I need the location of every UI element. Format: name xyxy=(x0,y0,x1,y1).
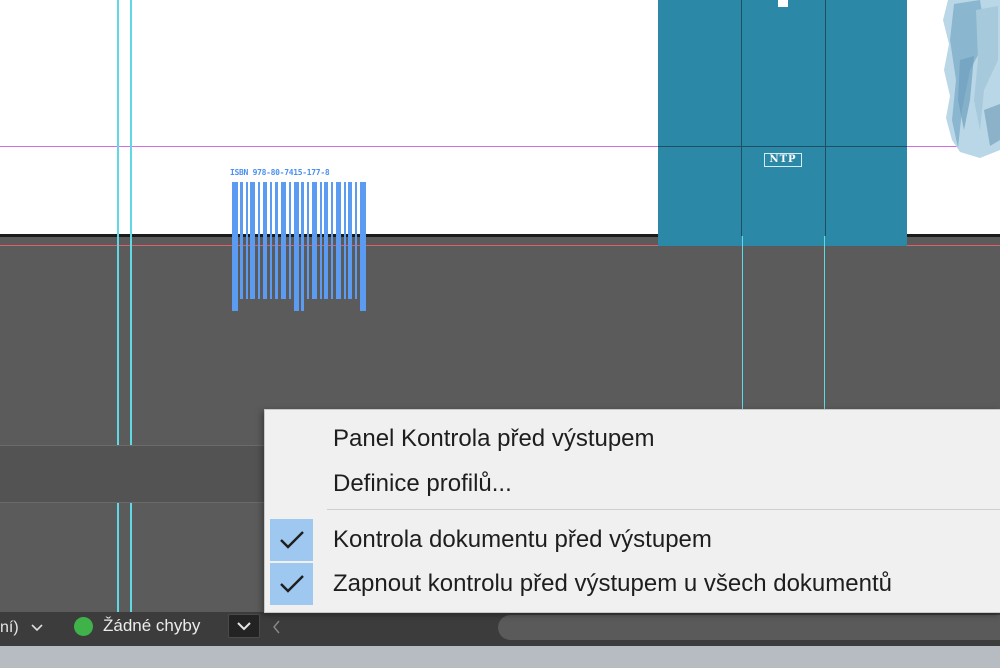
zoom-label[interactable]: ní) xyxy=(0,618,19,638)
barcode-bars xyxy=(232,182,366,311)
menu-item-define-profiles[interactable]: Definice profilů... xyxy=(265,462,1000,506)
cover-spine-block[interactable] xyxy=(658,0,907,246)
preflight-menu-button[interactable] xyxy=(228,614,260,638)
menu-item-label: Kontrola dokumentu před výstupem xyxy=(333,526,712,553)
menu-item-preflight-all-documents[interactable]: Zapnout kontrolu před výstupem u všech d… xyxy=(265,562,1000,606)
check-icon xyxy=(280,575,304,593)
preflight-status-icon xyxy=(74,617,93,636)
spine-top-text-mark xyxy=(778,0,788,7)
spine-guide-left xyxy=(742,236,743,416)
menu-item-preflight-document[interactable]: Kontrola dokumentu před výstupem xyxy=(265,518,1000,562)
check-icon xyxy=(280,531,304,549)
isbn-barcode[interactable]: ISBN 978-80-7415-177-8 xyxy=(230,168,370,313)
menu-item-label: Panel Kontrola před výstupem xyxy=(333,425,655,452)
chevron-left-icon[interactable] xyxy=(270,617,284,637)
spine-fold-line-left xyxy=(741,0,742,236)
spine-publisher-logo: NTP xyxy=(764,153,802,167)
preflight-context-menu: Panel Kontrola před výstupem Definice pr… xyxy=(264,409,1000,613)
preflight-status-text[interactable]: Žádné chyby xyxy=(103,616,200,636)
menu-item-label: Zapnout kontrolu před výstupem u všech d… xyxy=(333,570,892,597)
horizontal-scrollbar[interactable] xyxy=(498,615,1000,640)
ruler-guide-2[interactable] xyxy=(130,0,132,612)
menu-item-label: Definice profilů... xyxy=(333,470,512,497)
spine-fold-line-right xyxy=(825,0,826,236)
cover-margin-line xyxy=(658,146,907,147)
chevron-down-icon[interactable] xyxy=(30,617,46,637)
menu-item-preflight-panel[interactable]: Panel Kontrola před výstupem xyxy=(265,417,1000,461)
panel-strip xyxy=(0,445,265,503)
menu-separator xyxy=(327,509,1000,510)
cover-watercolor-image[interactable] xyxy=(940,0,1000,160)
ruler-guide-1[interactable] xyxy=(117,0,119,612)
spine-guide-right xyxy=(824,236,825,416)
barcode-caption: ISBN 978-80-7415-177-8 xyxy=(230,168,330,177)
chevron-down-icon xyxy=(237,622,251,631)
status-bar-bottom xyxy=(0,646,1000,668)
